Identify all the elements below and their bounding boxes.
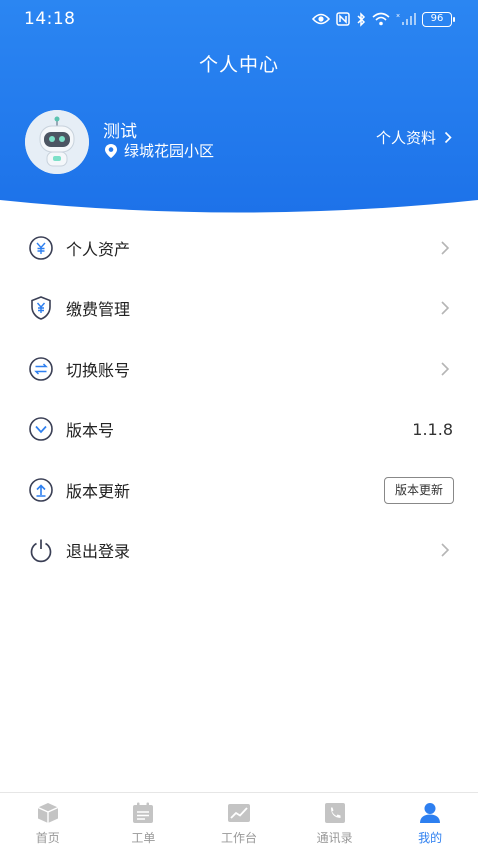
menu-item-switch-account[interactable]: 切换账号	[0, 339, 478, 399]
community-name: 绿城花园小区	[104, 140, 214, 161]
chevron-right-icon	[441, 301, 450, 315]
eye-icon	[312, 13, 330, 25]
status-bar: 14:18 × 96	[0, 0, 478, 38]
chevron-right-icon	[441, 543, 450, 557]
calendar-list-icon	[133, 802, 154, 823]
menu-label: 退出登录	[66, 542, 131, 561]
nav-label: 工作台	[220, 831, 257, 845]
version-number: 1.1.8	[412, 419, 453, 439]
chevron-right-icon	[444, 131, 452, 144]
nav-label: 通讯录	[316, 831, 353, 845]
user-icon	[420, 803, 441, 823]
avatar[interactable]	[25, 110, 89, 174]
menu-label: 切换账号	[66, 361, 131, 380]
profile-link-label: 个人资料	[375, 129, 436, 147]
profile-header: 14:18 × 96 个人中心 测试 绿城花园小区 个人资料	[0, 0, 478, 215]
nav-contacts[interactable]: 通讯录	[287, 793, 383, 850]
nav-home[interactable]: 首页	[0, 793, 96, 850]
menu-item-payment[interactable]: 缴费管理	[0, 278, 478, 338]
bottom-nav: 首页 工单 工作台 通讯录 我的	[0, 792, 478, 850]
bluetooth-icon	[357, 11, 366, 27]
chevron-right-icon	[441, 241, 450, 255]
page-title: 个人中心	[198, 54, 279, 76]
nav-label: 我的	[418, 831, 443, 845]
battery-indicator: 96	[422, 11, 455, 27]
menu-label: 版本更新	[66, 482, 131, 501]
location-pin-icon	[105, 143, 117, 158]
chart-icon	[227, 804, 250, 822]
nfc-icon	[336, 12, 350, 26]
switch-arrows-icon	[29, 357, 53, 381]
user-name: 测试	[103, 122, 137, 142]
menu-item-update: 版本更新 版本更新	[0, 460, 478, 520]
nav-label: 首页	[35, 831, 60, 845]
phone-book-icon	[324, 803, 345, 823]
nav-mine[interactable]: 我的	[382, 793, 478, 850]
menu-label: 版本号	[66, 421, 115, 440]
robot-avatar-icon	[25, 110, 89, 174]
svg-text:×: ×	[396, 13, 400, 20]
menu-item-logout[interactable]: 退出登录	[0, 520, 478, 580]
wifi-icon	[372, 12, 390, 26]
status-time: 14:18	[24, 9, 76, 29]
menu-label: 个人资产	[66, 240, 131, 259]
chevron-right-icon	[441, 362, 450, 376]
power-icon	[30, 539, 52, 563]
payment-shield-icon	[31, 296, 51, 320]
upload-circle-icon	[29, 478, 53, 502]
profile-link[interactable]: 个人资料	[376, 127, 452, 148]
menu-item-version: 版本号 1.1.8	[0, 399, 478, 459]
menu-item-assets[interactable]: 个人资产	[0, 218, 478, 278]
nav-work-order[interactable]: 工单	[96, 793, 192, 850]
nav-workbench[interactable]: 工作台	[191, 793, 287, 850]
update-button[interactable]: 版本更新	[383, 477, 454, 504]
signal-icon: ×	[396, 13, 416, 25]
community-label: 绿城花园小区	[124, 142, 215, 160]
status-icons: × 96	[312, 9, 455, 29]
chevron-circle-icon	[29, 417, 53, 441]
yuan-coin-icon	[29, 236, 53, 260]
box-icon	[37, 803, 59, 823]
menu-label: 缴费管理	[66, 300, 131, 319]
nav-label: 工单	[131, 831, 156, 845]
